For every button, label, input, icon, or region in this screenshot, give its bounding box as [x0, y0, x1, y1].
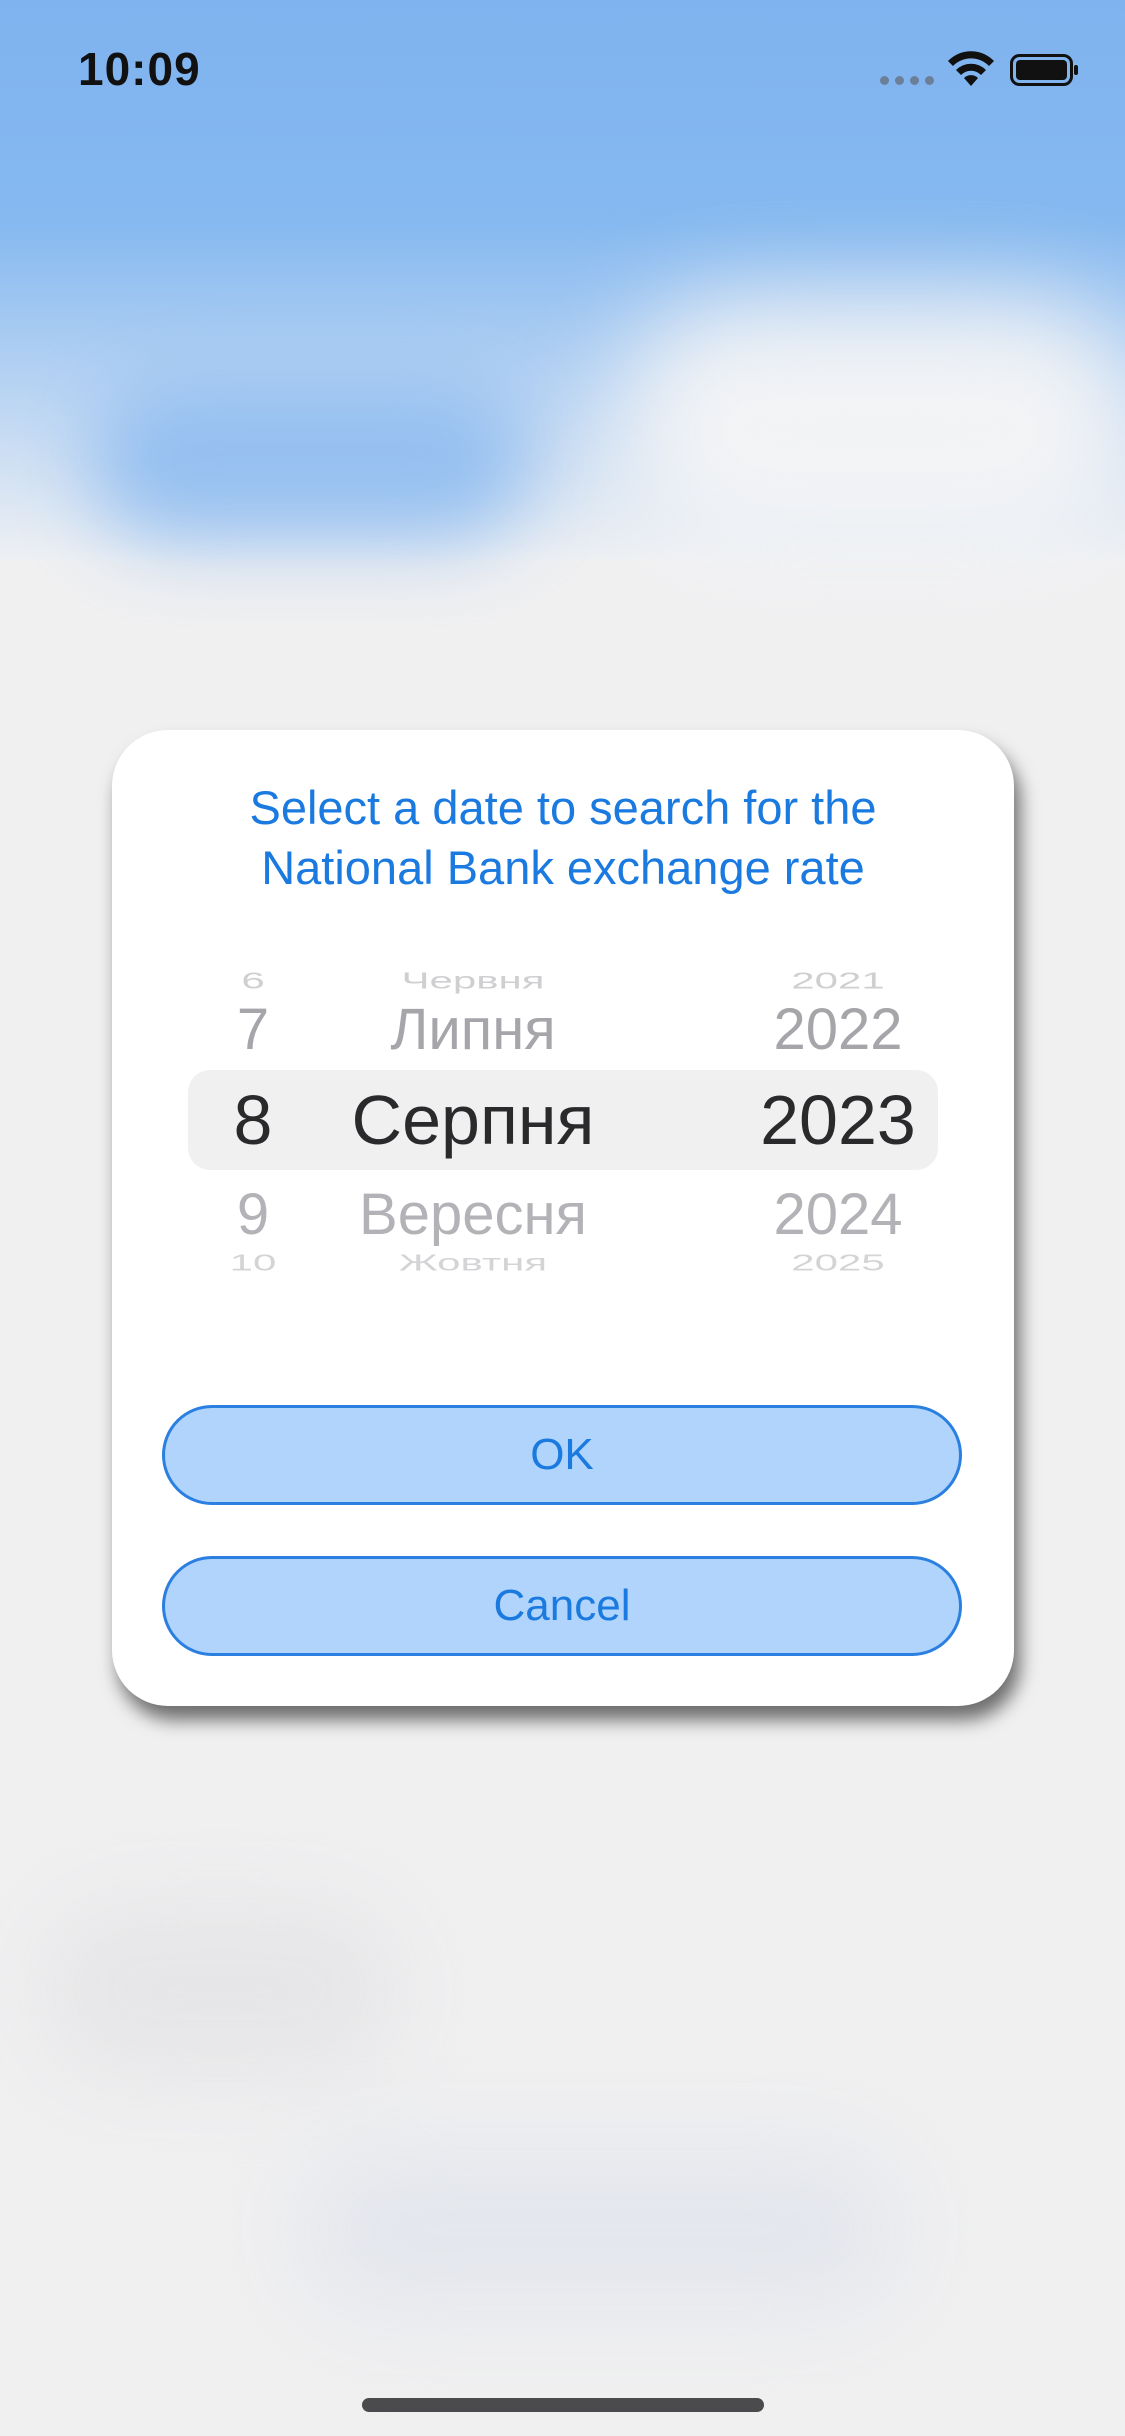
status-time: 10:09	[78, 43, 201, 95]
year-option-selected[interactable]: 2023	[738, 1077, 938, 1163]
ok-button[interactable]: OK	[162, 1405, 962, 1505]
background-blur-shape	[40, 1900, 400, 2080]
background-blur-shape	[620, 300, 1125, 560]
month-option[interactable]: Вересня	[338, 1180, 608, 1250]
month-wheel[interactable]: Червня Липня Серпня Вересня Жовтня	[338, 960, 608, 1290]
status-bar: 10:09	[0, 0, 1125, 140]
day-option[interactable]: 7	[188, 995, 318, 1065]
day-option[interactable]: 6	[188, 969, 318, 992]
day-option-selected[interactable]: 8	[188, 1077, 318, 1163]
home-indicator[interactable]	[362, 2398, 764, 2412]
month-option[interactable]: Липня	[338, 995, 608, 1065]
day-option[interactable]: 10	[188, 1251, 318, 1274]
battery-icon	[1010, 54, 1078, 86]
cancel-button[interactable]: Cancel	[162, 1556, 962, 1656]
year-option[interactable]: 2025	[738, 1251, 938, 1274]
year-option[interactable]: 2022	[738, 995, 938, 1065]
date-wheel-picker[interactable]: 6 7 8 9 10 Червня Липня Серпня Вересня Ж…	[188, 960, 938, 1290]
month-option[interactable]: Червня	[338, 969, 608, 992]
wifi-icon	[948, 51, 994, 86]
year-option[interactable]: 2021	[738, 969, 938, 992]
day-option[interactable]: 9	[188, 1180, 318, 1250]
day-wheel[interactable]: 6 7 8 9 10	[188, 960, 318, 1290]
year-wheel[interactable]: 2021 2022 2023 2024 2025	[738, 960, 938, 1290]
date-picker-dialog: Select a date to search for the National…	[112, 730, 1014, 1706]
dialog-title-line: National Bank exchange rate	[261, 841, 865, 894]
background-blur-shape	[90, 380, 530, 540]
month-option-selected[interactable]: Серпня	[338, 1077, 608, 1163]
year-option[interactable]: 2024	[738, 1180, 938, 1250]
dialog-title: Select a date to search for the National…	[172, 778, 954, 898]
cellular-signal-icon	[880, 76, 934, 85]
background-blur-shape	[300, 2150, 900, 2310]
dialog-title-line: Select a date to search for the	[249, 781, 877, 834]
month-option[interactable]: Жовтня	[338, 1251, 608, 1274]
